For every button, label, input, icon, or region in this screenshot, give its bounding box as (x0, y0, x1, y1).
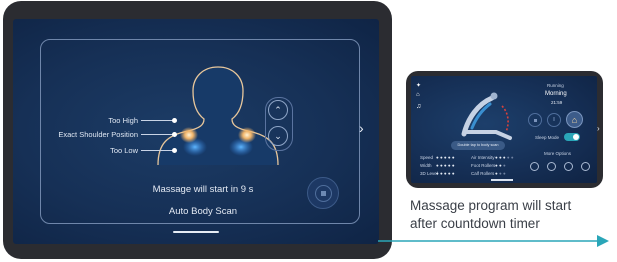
stop-icon (533, 118, 537, 122)
setting-label: Air Intensity (471, 155, 495, 160)
level-dots[interactable]: ● ● ● ● ● (436, 155, 455, 160)
window-icon[interactable] (564, 162, 573, 171)
level-line-exact (141, 134, 174, 135)
settings-right: Air Intensity ● ● ● ● ● Foot Rollers ● ● ●… (471, 155, 514, 179)
option-icons (530, 162, 590, 172)
refresh-icon[interactable] (547, 162, 556, 171)
check-icon[interactable] (581, 162, 590, 171)
label-too-low: Too Low (110, 146, 138, 155)
chevron-up-icon: ⌃ (274, 104, 282, 115)
setting-label: Width (420, 163, 432, 168)
settings-left: Speed ● ● ● ● ● Width ● ● ● ● ● 3D Level ● … (420, 155, 455, 179)
bird-icon[interactable]: ✦ (416, 82, 421, 89)
chevron-right-icon[interactable]: › (597, 124, 600, 133)
mini-tablet-screen: ✦ ⌂ ♫ Double tap to body scan Speed ● ● ●… (411, 76, 597, 183)
music-icon[interactable]: ♫ (416, 103, 421, 110)
level-dots[interactable]: ● ● ● ● ● (436, 171, 455, 176)
home-button-mini[interactable]: ⌂ (566, 111, 583, 128)
level-dots[interactable]: ● ● ● (495, 171, 506, 176)
move-down-button[interactable]: ⌄ (268, 126, 288, 146)
level-dot-exact (172, 132, 177, 137)
program-name: Morning (545, 91, 567, 97)
chevron-right-icon[interactable]: › (359, 120, 364, 136)
sleep-mode-toggle[interactable] (564, 133, 580, 141)
body-scan-button[interactable]: Double tap to body scan (451, 141, 505, 150)
arrow-right-icon (378, 235, 609, 247)
caption-line-2: after countdown timer (410, 216, 540, 231)
status-text: Running (547, 83, 564, 88)
setting-label: Speed (420, 155, 434, 160)
pause-button-mini[interactable]: II (547, 113, 561, 127)
level-dots[interactable]: ● ● ● (495, 163, 506, 168)
chevron-down-icon: ⌄ (274, 130, 282, 141)
caption-line-1: Massage program will start (410, 198, 572, 213)
home-indicator[interactable] (173, 231, 219, 233)
stop-icon (320, 190, 326, 196)
mode-label: Auto Body Scan (168, 206, 238, 217)
massage-chair-illustration (461, 92, 512, 140)
level-dots[interactable]: ● ● ● ● ● (495, 155, 514, 160)
pause-icon: II (552, 117, 556, 123)
timer-text: 21:59 (551, 100, 563, 105)
bell-icon[interactable] (530, 162, 539, 171)
home-indicator-mini[interactable] (491, 179, 513, 181)
level-dot-low (172, 148, 177, 153)
level-dots[interactable]: ● ● ● ● ● (436, 163, 455, 168)
tablet-screen: Too High Exact Shoulder Position Too Low… (13, 19, 379, 244)
setting-label: Calf Rollers (471, 171, 495, 176)
stop-button[interactable] (307, 177, 339, 209)
home-icon: ⌂ (571, 114, 578, 125)
setting-label: Foot Rollers (471, 163, 496, 168)
level-line-low (141, 150, 174, 151)
countdown-text: Massage will start in 9 s (152, 184, 254, 195)
more-options-label: More Options (544, 151, 572, 156)
level-line-high (141, 120, 174, 121)
home-icon[interactable]: ⌂ (416, 92, 420, 98)
stop-button-mini[interactable] (528, 113, 542, 127)
label-exact-shoulder: Exact Shoulder Position (58, 130, 138, 139)
label-too-high: Too High (108, 116, 138, 125)
move-up-button[interactable]: ⌃ (268, 100, 288, 120)
sleep-mode-label: Sleep Mode (535, 135, 560, 140)
level-dot-high (172, 118, 177, 123)
